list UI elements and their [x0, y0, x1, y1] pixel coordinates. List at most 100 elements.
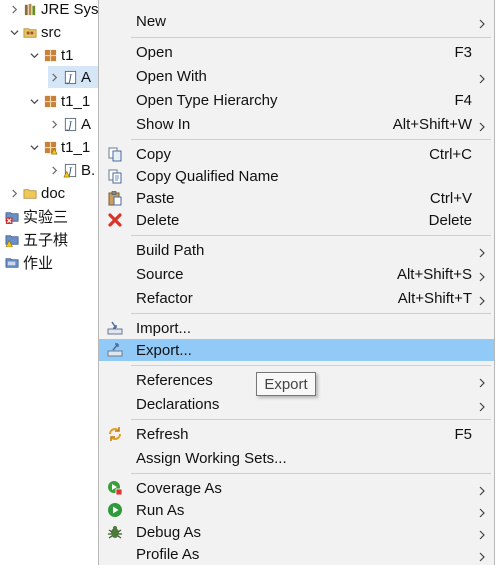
menu-item-shortcut: Delete [428, 211, 472, 229]
menu-item-label: Paste [136, 189, 175, 207]
debug-bug-icon [107, 524, 123, 540]
menu-item-refresh[interactable]: Refresh F5 [99, 423, 494, 445]
tree-item-java-file[interactable]: J B. [48, 159, 95, 181]
menu-item-delete[interactable]: Delete Delete [99, 209, 494, 231]
menu-item-label: Copy [136, 145, 172, 163]
java-file-warning-icon: J [62, 162, 78, 178]
submenu-arrow-icon [478, 293, 486, 306]
chevron-down-icon[interactable] [28, 48, 40, 62]
menu-item-shortcut: Alt+Shift+T [397, 289, 472, 307]
menu-separator [131, 139, 491, 140]
menu-item-label: Refresh [136, 425, 189, 443]
chevron-down-icon[interactable] [28, 94, 40, 108]
menu-separator [131, 37, 491, 38]
chevron-down-icon[interactable] [28, 140, 40, 154]
menu-item-label: Import... [136, 319, 192, 337]
menu-item-label: Delete [136, 211, 180, 229]
copy-icon [107, 146, 123, 162]
menu-item-label: Build Path [136, 241, 205, 259]
package-explorer-tree: JRE Syst src t1 J A t1_1 J A t1_1 J B. d… [0, 0, 103, 565]
menu-item-label: Debug As [136, 523, 202, 541]
menu-item-new[interactable]: New [99, 10, 494, 32]
submenu-arrow-icon [478, 527, 486, 540]
tree-item-label: doc [41, 184, 66, 202]
menu-item-assign-working-sets[interactable]: Assign Working Sets... [99, 447, 494, 469]
menu-separator [131, 235, 491, 236]
tree-item-label: t1_1 [61, 138, 91, 156]
menu-item-label: Refactor [136, 289, 193, 307]
menu-item-shortcut: Ctrl+C [429, 145, 472, 163]
menu-item-show-in[interactable]: Show In Alt+Shift+W [99, 113, 494, 135]
menu-item-open-type-hierarchy[interactable]: Open Type Hierarchy F4 [99, 89, 494, 111]
menu-item-profile-as[interactable]: Profile As [99, 543, 494, 565]
submenu-arrow-icon [478, 269, 486, 282]
copy-qualified-name-icon [107, 168, 123, 184]
project-icon [4, 254, 20, 270]
submenu-arrow-icon [478, 16, 486, 29]
menu-item-label: Source [136, 265, 184, 283]
tree-item-package-t1-1[interactable]: t1_1 [28, 136, 90, 158]
tree-item-project[interactable]: 五子棋 [2, 228, 68, 250]
library-icon [22, 1, 38, 17]
menu-item-declarations[interactable]: Declarations [99, 393, 494, 415]
menu-item-shortcut: Alt+Shift+S [396, 265, 472, 283]
menu-item-shortcut: Alt+Shift+W [392, 115, 472, 133]
menu-item-refactor[interactable]: Refactor Alt+Shift+T [99, 287, 494, 309]
tree-item-java-file[interactable]: J A [48, 66, 98, 88]
tree-item-doc[interactable]: doc [8, 182, 65, 204]
chevron-right-icon[interactable] [8, 186, 20, 200]
tree-item-label: 作业 [23, 254, 54, 272]
tree-item-package-t1[interactable]: t1 [28, 44, 74, 66]
tree-item-label: A [81, 115, 92, 133]
submenu-arrow-icon [478, 505, 486, 518]
chevron-right-icon[interactable] [8, 2, 20, 16]
tree-item-label: B. [81, 161, 96, 179]
menu-item-import[interactable]: Import... [99, 317, 494, 339]
menu-item-open-with[interactable]: Open With [99, 65, 494, 87]
menu-item-build-path[interactable]: Build Path [99, 239, 494, 261]
menu-item-run-as[interactable]: Run As [99, 499, 494, 521]
tree-item-jre-system-library[interactable]: JRE Syst [8, 0, 103, 20]
chevron-right-icon[interactable] [48, 163, 60, 177]
menu-item-label: Open Type Hierarchy [136, 91, 278, 109]
refresh-icon [107, 426, 123, 442]
tree-item-label: t1 [61, 46, 74, 64]
menu-item-source[interactable]: Source Alt+Shift+S [99, 263, 494, 285]
java-file-icon: J [62, 116, 78, 132]
tree-item-project[interactable]: 实验三 [2, 205, 68, 227]
tree-item-package-t1-1[interactable]: t1_1 [28, 90, 90, 112]
context-menu: New Open F3 Open With Open Type Hierarch… [98, 0, 495, 565]
source-folder-icon [22, 24, 38, 40]
import-icon [107, 320, 123, 336]
menu-item-open[interactable]: Open F3 [99, 41, 494, 63]
tooltip: Export [256, 372, 316, 396]
menu-item-paste[interactable]: Paste Ctrl+V [99, 187, 494, 209]
menu-separator [131, 313, 491, 314]
menu-item-label: Open [136, 43, 173, 61]
menu-item-copy[interactable]: Copy Ctrl+C [99, 143, 494, 165]
menu-item-shortcut: F3 [454, 43, 472, 61]
submenu-arrow-icon [478, 375, 486, 388]
menu-item-copy-qualified-name[interactable]: Copy Qualified Name [99, 165, 494, 187]
menu-item-label: Assign Working Sets... [136, 449, 287, 467]
submenu-arrow-icon [478, 245, 486, 258]
tree-item-project[interactable]: 作业 [2, 251, 53, 273]
tree-item-label: t1_1 [61, 92, 91, 110]
tree-item-label: src [41, 23, 61, 41]
tree-item-java-file[interactable]: J A [48, 113, 91, 135]
tree-item-label: 五子棋 [23, 231, 69, 249]
chevron-down-icon[interactable] [8, 25, 20, 39]
delete-icon [107, 212, 123, 228]
menu-item-label: Profile As [136, 545, 200, 563]
menu-item-coverage-as[interactable]: Coverage As [99, 477, 494, 499]
tree-item-src[interactable]: src [8, 21, 61, 43]
menu-item-export[interactable]: Export... [99, 339, 494, 361]
menu-item-debug-as[interactable]: Debug As [99, 521, 494, 543]
chevron-right-icon[interactable] [48, 117, 60, 131]
folder-icon [22, 185, 38, 201]
package-warning-icon [42, 139, 58, 155]
chevron-right-icon[interactable] [48, 70, 60, 84]
menu-item-shortcut: F5 [454, 425, 472, 443]
export-icon [107, 342, 123, 358]
run-icon [107, 502, 123, 518]
